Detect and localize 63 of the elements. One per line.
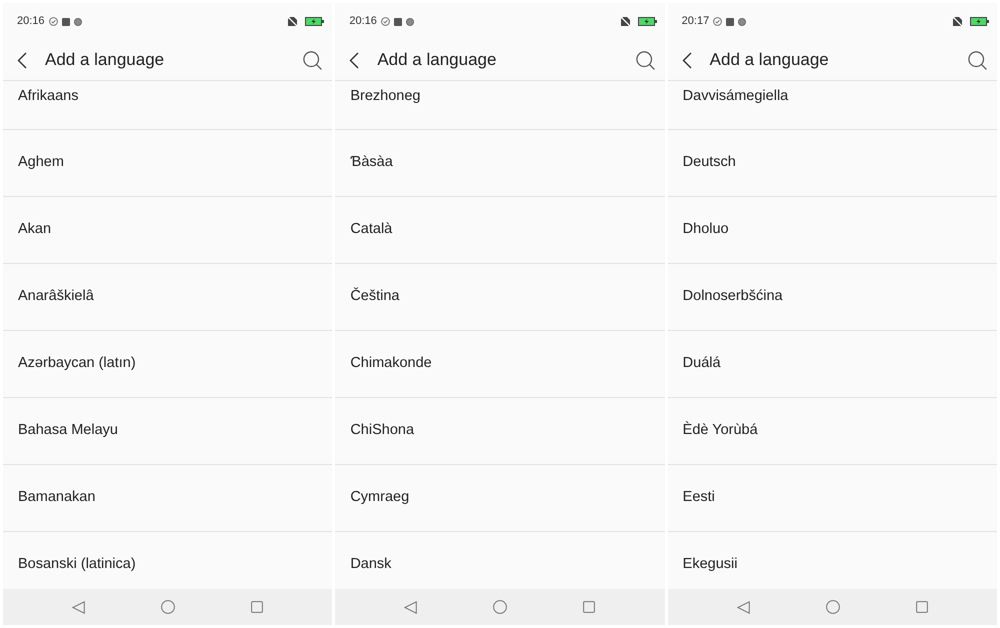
language-item[interactable]: Eesti — [668, 465, 997, 532]
language-item[interactable]: Chimakonde — [335, 331, 665, 398]
nav-back-icon[interactable] — [404, 600, 418, 614]
search-icon — [303, 50, 322, 70]
recents-icon[interactable] — [583, 601, 596, 613]
language-item[interactable]: Dolnoserbšćina — [668, 264, 997, 331]
nav-back-icon[interactable] — [736, 600, 750, 614]
home-icon[interactable] — [161, 600, 176, 614]
back-icon — [17, 52, 27, 68]
language-item[interactable]: Bahasa Melayu — [3, 398, 332, 465]
no-sim-icon — [952, 17, 962, 26]
status-time: 20:16 — [349, 14, 377, 30]
back-icon — [682, 52, 692, 68]
language-item[interactable]: Deutsch — [668, 130, 997, 197]
back-button[interactable] — [349, 52, 360, 68]
language-item[interactable]: Anarâškielâ — [3, 264, 332, 331]
language-item[interactable]: Dholuo — [668, 197, 997, 264]
language-item[interactable]: Duálá — [668, 331, 997, 398]
nav-back-icon[interactable] — [72, 600, 86, 614]
search-icon — [968, 50, 987, 70]
screen-title: Add a language — [377, 49, 496, 72]
language-item[interactable]: Català — [335, 197, 665, 264]
search-button[interactable] — [303, 50, 322, 70]
language-item[interactable]: Cymraeg — [335, 465, 665, 532]
language-item[interactable]: Aghem — [3, 130, 332, 197]
search-icon — [636, 50, 655, 70]
check-circle-icon — [48, 17, 58, 26]
home-icon[interactable] — [493, 600, 508, 614]
status-time: 20:17 — [682, 14, 710, 30]
language-item[interactable]: Akan — [3, 197, 332, 264]
square-icon — [726, 18, 734, 26]
home-icon[interactable] — [826, 600, 840, 614]
language-item[interactable]: Azərbaycan (latın) — [3, 331, 332, 398]
recents-icon[interactable] — [251, 601, 264, 613]
search-button[interactable] — [968, 50, 987, 70]
screen-title: Add a language — [45, 49, 164, 72]
language-item[interactable]: Èdè Yorùbá — [668, 398, 997, 465]
no-sim-icon — [620, 17, 630, 26]
search-button[interactable] — [636, 50, 655, 70]
recents-icon[interactable] — [916, 601, 928, 613]
language-item[interactable]: Čeština — [335, 264, 665, 331]
back-button[interactable] — [17, 52, 27, 68]
circle-icon — [406, 18, 414, 26]
language-item[interactable]: Brezhoneg — [335, 81, 665, 130]
language-item[interactable]: Ɓàsàa — [335, 130, 665, 197]
language-item[interactable]: ChiShona — [335, 398, 665, 465]
circle-icon — [738, 18, 746, 26]
square-icon — [394, 18, 402, 26]
check-circle-icon — [713, 17, 722, 26]
no-sim-icon — [288, 17, 298, 26]
check-circle-icon — [380, 17, 390, 26]
language-item[interactable]: Afrikaans — [3, 81, 332, 130]
language-item[interactable]: Bamanakan — [3, 465, 332, 532]
battery-charging-icon — [970, 17, 989, 26]
status-time: 20:16 — [17, 14, 45, 30]
circle-icon — [74, 18, 82, 26]
square-icon — [62, 18, 70, 26]
screen-title: Add a language — [710, 49, 829, 72]
battery-charging-icon — [305, 17, 324, 26]
language-item[interactable]: Davvisámegiella — [668, 81, 997, 130]
battery-charging-icon — [638, 17, 657, 26]
back-button[interactable] — [682, 52, 692, 68]
back-icon — [349, 52, 360, 68]
